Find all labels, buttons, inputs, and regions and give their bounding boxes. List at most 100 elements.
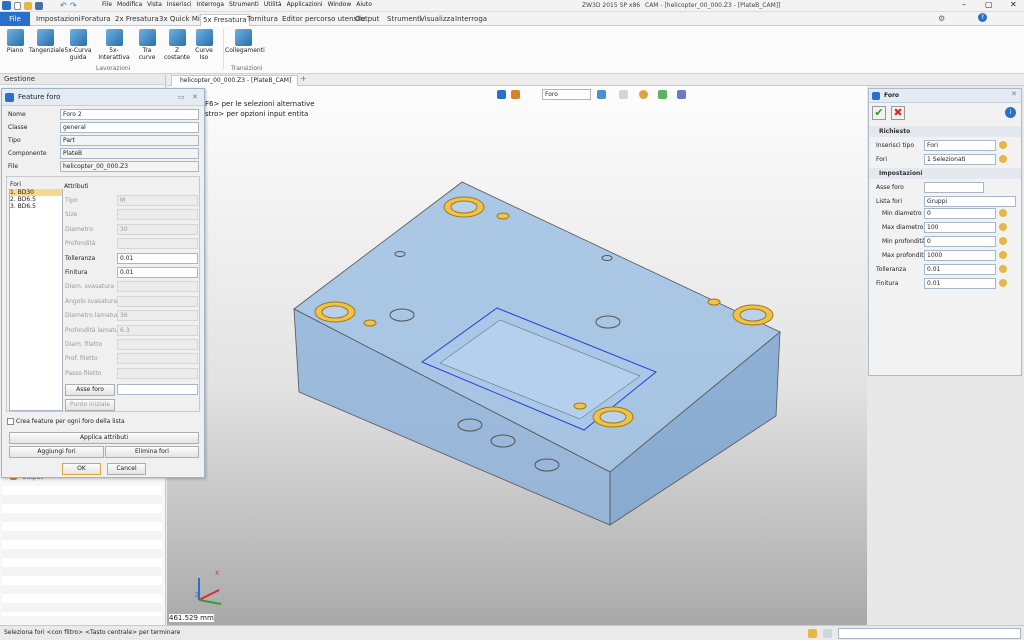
attr-field[interactable] [117, 238, 198, 250]
info-icon[interactable]: i [1005, 107, 1016, 118]
ribbon-button-3[interactable]: 5x-Interattiva [95, 29, 133, 61]
dialog-row-field[interactable]: Part [60, 135, 199, 146]
panel-row-field[interactable]: 0.01 [924, 264, 996, 275]
fori-list-item[interactable]: 2. BD6.5 [10, 196, 62, 203]
pin-icon[interactable]: ▭ [178, 89, 185, 106]
minimize-button[interactable]: – [962, 0, 966, 9]
ribbon-button-5[interactable]: Z costante [162, 29, 192, 61]
settings-icon[interactable]: ⚙ [938, 14, 945, 23]
tab-0[interactable]: Impostazioni [34, 14, 83, 26]
menu-modifica[interactable]: Modifica [117, 1, 142, 11]
lock-icon[interactable] [999, 141, 1007, 149]
punto-iniziale-button[interactable]: Punto iniziale [65, 399, 115, 411]
menu-inserisci[interactable]: Inserisci [167, 1, 192, 11]
tab-5[interactable]: Tornitura [245, 14, 280, 26]
lock-icon[interactable] [999, 265, 1007, 273]
panel-close-icon[interactable]: ✕ [1011, 90, 1017, 98]
elimina-fori-button[interactable]: Elimina fori [105, 446, 199, 458]
lock-icon[interactable] [999, 223, 1007, 231]
dialog-row-field[interactable]: PlateB [60, 148, 199, 159]
command-input[interactable] [838, 628, 1021, 639]
attr-field[interactable]: 30 [117, 223, 198, 235]
menu-applicazioni[interactable]: Applicazioni [287, 1, 323, 11]
confirm-button[interactable]: ✔ [872, 106, 886, 120]
asse-foro-input[interactable] [924, 182, 984, 193]
lock-icon[interactable] [999, 279, 1007, 287]
attr-field[interactable]: 0.01 [117, 267, 198, 278]
redo-icon[interactable]: ↷ [70, 1, 79, 10]
ribbon-button-4[interactable]: Tra curve [135, 29, 159, 61]
panel-row-field[interactable]: 0.01 [924, 278, 996, 289]
attr-field[interactable]: 6.3 [117, 324, 198, 336]
menu-interroga[interactable]: Interroga [197, 1, 224, 11]
ribbon-button-2[interactable]: 5x-Curva guida [62, 29, 94, 61]
applica-attributi-button[interactable]: Applica attributi [9, 432, 199, 444]
lock-icon[interactable] [999, 209, 1007, 217]
menu-aiuto[interactable]: Aiuto [356, 1, 372, 11]
tab-9[interactable]: Visualizza [418, 14, 456, 26]
menu-utilità[interactable]: Utilità [264, 1, 282, 11]
menu-window[interactable]: Window [328, 1, 352, 11]
dialog-row-field[interactable]: helicopter_00_000.Z3 [60, 161, 199, 172]
file-tab[interactable]: File [0, 12, 30, 26]
lock-icon[interactable] [999, 237, 1007, 245]
tab-7[interactable]: Output [353, 14, 381, 26]
dialog-row-field[interactable]: general [60, 122, 199, 133]
panel-row-field[interactable]: Fori [924, 140, 996, 151]
dialog-row-field[interactable]: Foro 2 [60, 109, 199, 120]
open-icon[interactable] [24, 2, 32, 10]
ribbon-button-0[interactable]: Piano [4, 29, 26, 54]
ribbon-button-7[interactable]: Collegamenti [225, 29, 265, 54]
menu-file[interactable]: File [102, 1, 112, 11]
menu-strumenti[interactable]: Strumenti [229, 1, 259, 11]
impostazioni-section[interactable]: Impostazioni [869, 168, 1021, 179]
ribbon-button-6[interactable]: Curve Iso [193, 29, 215, 61]
cancel-button[interactable]: Cancel [107, 463, 146, 475]
aggiungi-fori-button[interactable]: Aggiungi fori [9, 446, 104, 458]
panel-row-field[interactable]: 0 [924, 236, 996, 247]
tab-10[interactable]: Interroga [453, 14, 489, 26]
asse-foro-field[interactable] [117, 384, 198, 395]
fori-list[interactable] [9, 189, 63, 411]
asse-foro-button[interactable]: Asse foro [65, 384, 115, 396]
lock-icon[interactable] [999, 155, 1007, 163]
close-button[interactable]: ✕ [1010, 0, 1017, 9]
fori-list-item[interactable]: 3. BD6.5 [10, 203, 62, 210]
ok-button[interactable]: OK [62, 463, 101, 475]
menu-vista[interactable]: Vista [147, 1, 162, 11]
panel-row-field[interactable]: 1 Selezionati [924, 154, 996, 165]
tab-2[interactable]: 2x Fresatura [113, 14, 161, 26]
lista-fori-select[interactable]: Gruppi [924, 196, 1016, 207]
save-icon[interactable] [35, 2, 43, 10]
cancel-command-button[interactable]: ✖ [891, 106, 905, 120]
attr-field[interactable] [117, 209, 198, 221]
help-icon[interactable]: ? [978, 13, 987, 22]
document-tab[interactable]: helicopter_00_000.Z3 - [PlateB_CAM] [171, 75, 298, 86]
dialog-close-icon[interactable]: ✕ [192, 89, 198, 106]
richiesto-section[interactable]: Richiesto [869, 126, 1021, 137]
ribbon-button-1[interactable]: Tangenziale [29, 29, 64, 54]
panel-row-field[interactable]: 100 [924, 222, 996, 233]
status-icon-2[interactable] [823, 629, 832, 638]
3d-viewport[interactable]: Foro F6> per le selezioni alternative st… [167, 86, 867, 625]
attr-field[interactable] [117, 295, 198, 307]
new-icon[interactable] [14, 2, 21, 10]
fori-list-item[interactable]: 1. BD30 [10, 189, 62, 196]
lock-icon[interactable] [999, 251, 1007, 259]
panel-row-field[interactable]: 1000 [924, 250, 996, 261]
attr-field[interactable] [117, 339, 198, 350]
attr-field[interactable] [117, 281, 198, 293]
panel-row-field[interactable]: 0 [924, 208, 996, 219]
attr-field[interactable] [117, 367, 198, 379]
attr-field[interactable]: 0.01 [117, 252, 198, 264]
undo-icon[interactable]: ↶ [60, 1, 69, 10]
maximize-button[interactable]: ▢ [985, 0, 993, 9]
tab-4[interactable]: 5x Fresatura [200, 14, 250, 26]
attr-field[interactable]: M [117, 195, 198, 206]
tab-3[interactable]: 3x Quick Mill [157, 14, 206, 26]
crea-feature-checkbox[interactable] [7, 418, 14, 425]
attr-field[interactable] [117, 353, 198, 365]
status-icon-1[interactable] [808, 629, 817, 638]
tab-1[interactable]: Foratura [79, 14, 113, 26]
new-tab-button[interactable]: + [300, 74, 307, 83]
